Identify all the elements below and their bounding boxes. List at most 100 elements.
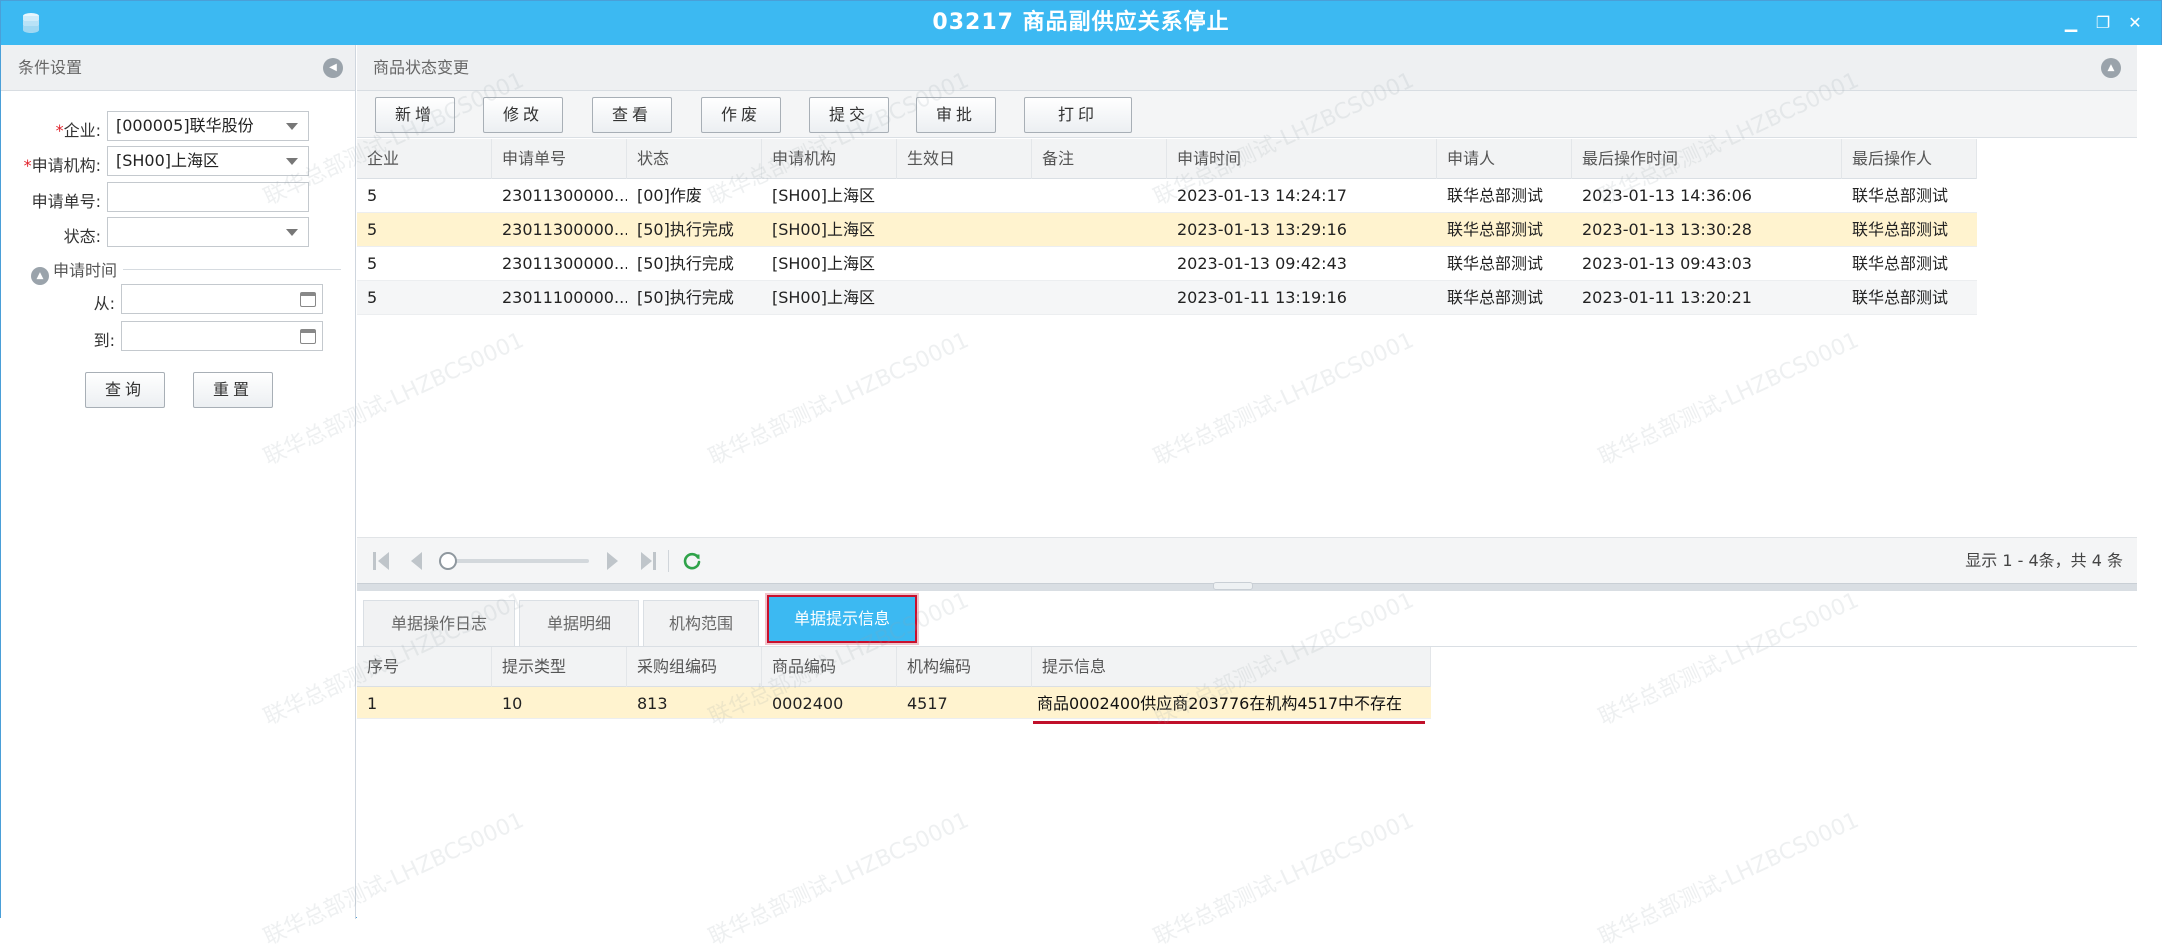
col-header[interactable]: 生效日 (897, 139, 1032, 179)
tab-bill-messages[interactable]: 单据提示信息 (767, 595, 917, 643)
cell-effective-date (897, 247, 1032, 281)
cell-effective-date (897, 213, 1032, 247)
prev-page-icon[interactable] (409, 552, 429, 570)
company-label: *企业: (55, 121, 101, 140)
cell-request-time: 2023-01-11 13:19:16 (1177, 288, 1347, 307)
cell-product-code: 0002400 (772, 694, 844, 713)
conditions-panel-header: 条件设置 ◀ (1, 45, 355, 91)
message-grid-header: 序号 提示类型 采购组编码 商品编码 机构编码 提示信息 (357, 647, 1431, 687)
cell-status: [50]执行完成 (637, 288, 734, 307)
title-bar: 03217 商品副供应关系停止 ▁ ❐ ✕ (1, 1, 2161, 45)
message-highlight-underline (1033, 721, 1425, 724)
org-select[interactable]: [SH00]上海区 (107, 146, 309, 176)
col-header[interactable]: 状态 (627, 139, 762, 179)
col-header[interactable]: 提示信息 (1032, 647, 1431, 687)
print-button[interactable]: 打印 (1024, 97, 1132, 133)
minimize-button[interactable]: ▁ (2061, 13, 2081, 33)
col-header[interactable]: 最后操作人 (1842, 139, 1977, 179)
cell-remark (1032, 281, 1167, 315)
col-header[interactable]: 机构编码 (897, 647, 1032, 687)
query-button[interactable]: 查询 (85, 372, 165, 408)
close-button[interactable]: ✕ (2125, 13, 2145, 33)
chevron-down-icon (286, 158, 298, 165)
request-grid-header: 企业 申请单号 状态 申请机构 生效日 备注 申请时间 申请人 最后操作时间 最… (357, 139, 1977, 179)
col-header[interactable]: 申请单号 (492, 139, 627, 179)
cell-remark (1032, 213, 1167, 247)
cell-message-text: 商品0002400供应商203776在机构4517中不存在 (1037, 694, 1403, 713)
cell-request-no: 23011300000... (502, 254, 627, 273)
request-grid: 企业 申请单号 状态 申请机构 生效日 备注 申请时间 申请人 最后操作时间 最… (357, 139, 2137, 537)
cell-org: [SH00]上海区 (772, 186, 876, 205)
collapse-up-icon[interactable]: ▲ (2101, 58, 2121, 78)
refresh-icon[interactable] (681, 550, 703, 572)
cell-requester: 联华总部测试 (1447, 288, 1544, 307)
table-row-selected[interactable]: 5 23011300000... [50]执行完成 [SH00]上海区 2023… (357, 213, 1977, 247)
tab-operation-log[interactable]: 单据操作日志 (363, 600, 515, 646)
first-page-icon[interactable] (373, 552, 393, 570)
status-label: 状态: (63, 227, 101, 246)
cell-remark (1032, 179, 1167, 213)
from-date-input[interactable] (121, 284, 323, 314)
col-header[interactable]: 备注 (1032, 139, 1167, 179)
page-slider[interactable] (439, 552, 589, 570)
cell-request-no: 23011100000... (502, 288, 627, 307)
main-panel: 商品状态变更 ▲ 新增 修改 查看 作废 提交 审批 打印 企业 申请单号 状态… (357, 45, 2162, 919)
app-window: 03217 商品副供应关系停止 ▁ ❐ ✕ 条件设置 ◀ *企业: [00000… (0, 0, 2162, 951)
cell-request-time: 2023-01-13 09:42:43 (1177, 254, 1347, 273)
col-header[interactable]: 提示类型 (492, 647, 627, 687)
add-button[interactable]: 新增 (375, 97, 455, 133)
cell-org: [SH00]上海区 (772, 220, 876, 239)
table-row[interactable]: 5 23011300000... [00]作废 [SH00]上海区 2023-0… (357, 179, 1977, 213)
reset-button[interactable]: 重置 (193, 372, 273, 408)
col-header[interactable]: 序号 (357, 647, 492, 687)
collapse-left-icon[interactable]: ◀ (323, 58, 343, 78)
col-header[interactable]: 采购组编码 (627, 647, 762, 687)
request-no-input[interactable] (107, 182, 309, 212)
org-label: *申请机构: (23, 156, 101, 175)
last-page-icon[interactable] (639, 552, 659, 570)
cell-requester: 联华总部测试 (1447, 254, 1544, 273)
to-date-input[interactable] (121, 321, 323, 351)
col-header[interactable]: 申请人 (1437, 139, 1572, 179)
tab-bill-details[interactable]: 单据明细 (519, 600, 639, 646)
cell-request-no: 23011300000... (502, 220, 627, 239)
to-label: 到: (93, 331, 115, 350)
status-select[interactable] (107, 217, 309, 247)
col-header[interactable]: 申请机构 (762, 139, 897, 179)
conditions-panel-title: 条件设置 (18, 58, 83, 77)
approve-button[interactable]: 审批 (916, 97, 996, 133)
cell-last-op-time: 2023-01-11 13:20:21 (1582, 288, 1752, 307)
collapse-group-icon[interactable]: ▲ (31, 267, 49, 285)
calendar-icon[interactable] (300, 292, 316, 307)
table-row-selected[interactable]: 1 10 813 0002400 4517 商品0002400供应商203776… (357, 687, 1431, 719)
cell-last-op-time: 2023-01-13 09:43:03 (1582, 254, 1752, 273)
toolbar: 新增 修改 查看 作废 提交 审批 打印 (357, 91, 2137, 138)
col-header[interactable]: 企业 (357, 139, 492, 179)
calendar-icon[interactable] (300, 329, 316, 344)
slider-handle[interactable] (439, 552, 457, 570)
pager-summary: 显示 1 - 4条，共 4 条 (1965, 551, 2123, 570)
view-button[interactable]: 查看 (592, 97, 672, 133)
table-row[interactable]: 5 23011100000... [50]执行完成 [SH00]上海区 2023… (357, 281, 1977, 315)
edit-button[interactable]: 修改 (483, 97, 563, 133)
time-group-header[interactable]: ▲ 申请时间 (31, 257, 124, 285)
chevron-down-icon (286, 123, 298, 130)
cell-effective-date (897, 179, 1032, 213)
restore-button[interactable]: ❐ (2093, 13, 2113, 33)
detail-tabbar: 单据操作日志 单据明细 机构范围 单据提示信息 (357, 591, 2137, 647)
void-button[interactable]: 作废 (701, 97, 781, 133)
col-header[interactable]: 最后操作时间 (1572, 139, 1842, 179)
table-row[interactable]: 5 23011300000... [50]执行完成 [SH00]上海区 2023… (357, 247, 1977, 281)
company-select[interactable]: [000005]联华股份 (107, 111, 309, 141)
col-header[interactable]: 申请时间 (1167, 139, 1437, 179)
cell-org: [SH00]上海区 (772, 288, 876, 307)
company-select-value: [000005]联华股份 (116, 116, 254, 135)
next-page-icon[interactable] (603, 552, 623, 570)
message-grid: 序号 提示类型 采购组编码 商品编码 机构编码 提示信息 1 10 813 00… (357, 647, 2137, 919)
tab-org-scope[interactable]: 机构范围 (643, 600, 759, 646)
cell-status: [50]执行完成 (637, 220, 734, 239)
col-header[interactable]: 商品编码 (762, 647, 897, 687)
submit-button[interactable]: 提交 (809, 97, 889, 133)
cell-message-type: 10 (502, 694, 523, 713)
splitter-handle[interactable] (357, 582, 2137, 591)
